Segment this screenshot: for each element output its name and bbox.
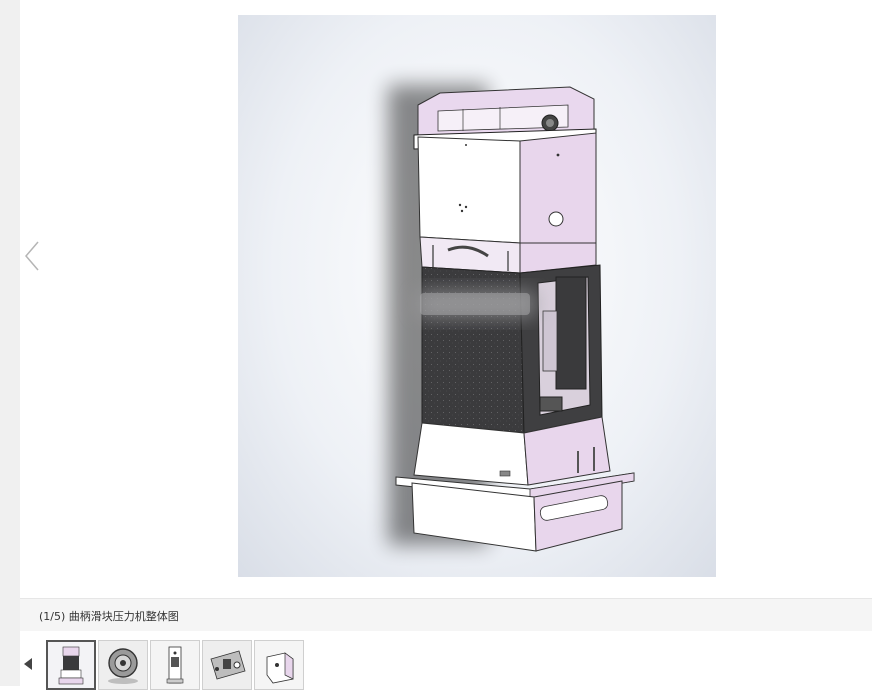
thumbnail-image-5 [255,641,303,689]
left-gutter [0,0,20,686]
thumbnail-3[interactable] [150,640,200,690]
image-caption: (1/5) 曲柄滑块压力机整体图 [39,610,179,623]
triangle-left-icon [24,658,32,670]
thumbnail-strip [20,636,872,690]
thumbnail-prev-button[interactable] [22,656,34,670]
thumbnail-image-4 [203,641,251,689]
thumbnail-4[interactable] [202,640,252,690]
thumbnail-image-1 [48,642,94,688]
caption-bar: (1/5) 曲柄滑块压力机整体图 [20,598,872,631]
thumbnail-1[interactable] [46,640,96,690]
press-machine-render [388,85,635,552]
thumbnail-5[interactable] [254,640,304,690]
main-image [238,15,716,577]
thumbnail-image-2 [99,641,147,689]
chevron-left-icon [25,241,39,271]
thumbnail-image-3 [151,641,199,689]
thumbnail-2[interactable] [98,640,148,690]
previous-image-button[interactable] [22,238,44,274]
